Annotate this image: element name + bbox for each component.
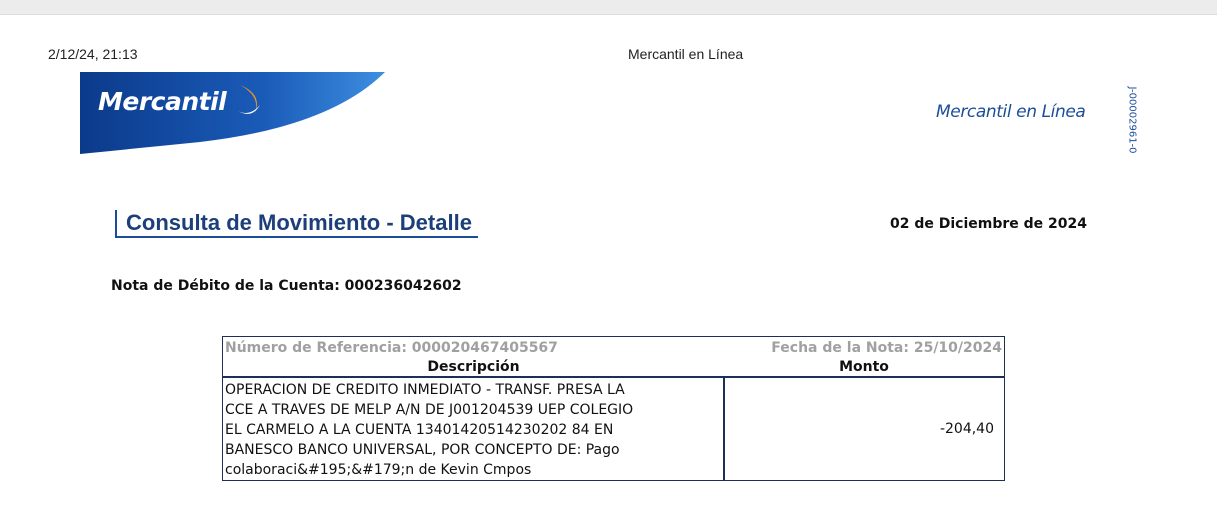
col-description-header: Descripción xyxy=(222,358,724,378)
description-line: BANESCO BANCO UNIVERSAL, POR CONCEPTO DE… xyxy=(225,442,620,458)
reference-number: Número de Referencia: 000020467405567 xyxy=(225,339,558,356)
description-line: CCE A TRAVES DE MELP A/N DE J001204539 U… xyxy=(225,402,634,418)
description-cell: OPERACION DE CREDITO INMEDIATO - TRANSF.… xyxy=(222,377,725,481)
page-title: Consulta de Movimiento - Detalle xyxy=(115,210,478,238)
header-row: Descripción Monto xyxy=(222,358,1005,378)
logo-swoosh-icon xyxy=(238,85,260,115)
print-datetime: 2/12/24, 21:13 xyxy=(48,46,138,62)
table-row: OPERACION DE CREDITO INMEDIATO - TRANSF.… xyxy=(222,377,1005,481)
note-date: Fecha de la Nota: 25/10/2024 xyxy=(771,339,1002,356)
mercantil-en-linea-brand: Mercantil en Línea xyxy=(936,102,1086,122)
reference-row: Número de Referencia: 000020467405567 Fe… xyxy=(223,337,1005,359)
description-line: OPERACION DE CREDITO INMEDIATO - TRANSF.… xyxy=(225,382,625,398)
rif-text: J-00002961-0 xyxy=(1126,86,1138,154)
description-line: colaboraci&#195;&#179;n de Kevin Cmpos xyxy=(225,462,532,478)
detail-table: Número de Referencia: 000020467405567 Fe… xyxy=(222,336,1005,481)
amount-cell: -204,40 xyxy=(939,421,994,437)
rif-vertical: J-00002961-0 xyxy=(1120,75,1144,165)
account-line: Nota de Débito de la Cuenta: 00023604260… xyxy=(111,278,462,294)
document-page: 2/12/24, 21:13 Mercantil en Línea Mercan… xyxy=(0,14,1217,527)
logo-text: Mercantil xyxy=(98,87,227,116)
print-title: Mercantil en Línea xyxy=(628,46,744,62)
description-line: EL CARMELO A LA CUENTA 13401420514230202… xyxy=(225,422,614,438)
document-date: 02 de Diciembre de 2024 xyxy=(890,216,1087,232)
col-amount-header: Monto xyxy=(724,358,1005,378)
